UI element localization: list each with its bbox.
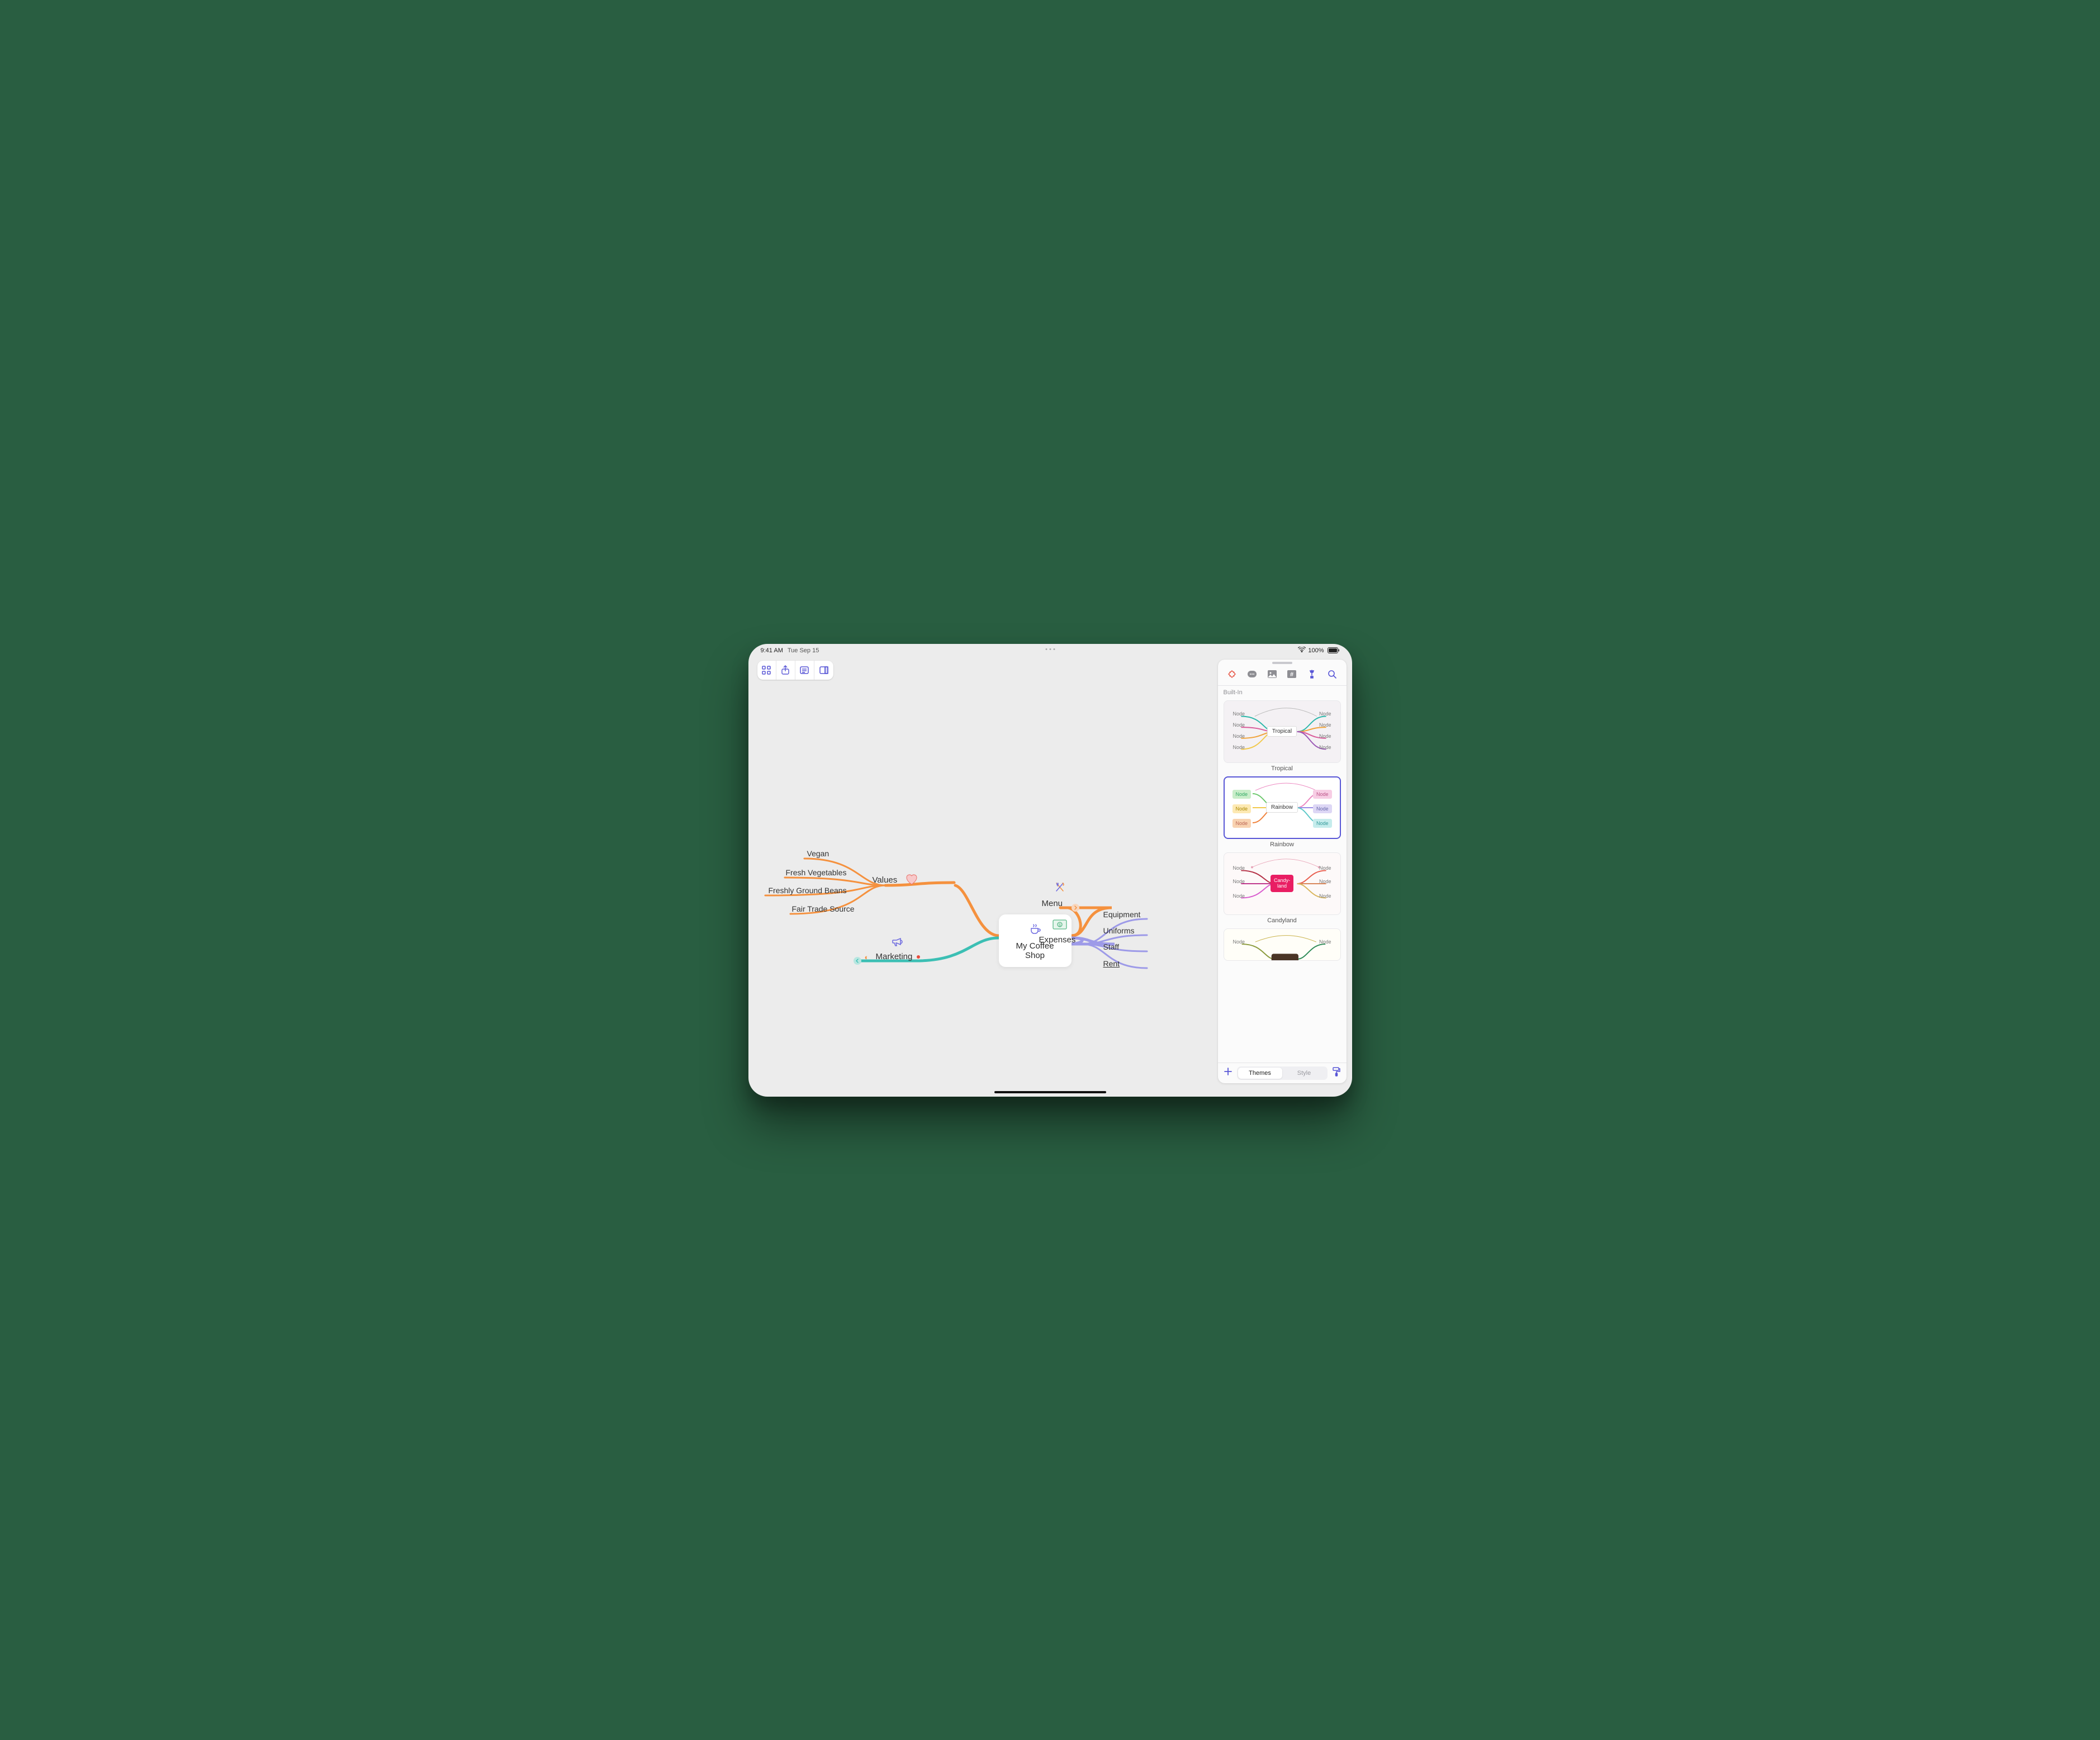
collapse-toggle[interactable] bbox=[1072, 904, 1079, 912]
expenses-child-node[interactable]: Rent bbox=[1103, 959, 1120, 968]
values-child-node[interactable]: Fair Trade Source bbox=[792, 904, 855, 913]
theme-preview-node: Node bbox=[1319, 865, 1331, 871]
menu-node[interactable]: Menu bbox=[1042, 899, 1063, 908]
add-theme-button[interactable] bbox=[1224, 1067, 1232, 1079]
crosshair-tab-button[interactable] bbox=[1225, 667, 1239, 681]
collapse-toggle[interactable] bbox=[854, 957, 861, 965]
theme-preview-center: Candy- land bbox=[1271, 875, 1293, 893]
marketing-note-indicator-icon[interactable] bbox=[917, 955, 920, 959]
status-time: 9:41 AM bbox=[761, 647, 783, 654]
battery-percent: 100% bbox=[1308, 647, 1324, 654]
seg-style[interactable]: Style bbox=[1282, 1068, 1326, 1079]
paint-roller-button[interactable] bbox=[1332, 1066, 1341, 1079]
theme-preview-node: Node bbox=[1232, 804, 1252, 813]
theme-preview-node: Node bbox=[1233, 893, 1245, 899]
status-date: Tue Sep 15 bbox=[788, 647, 819, 654]
svg-text:$: $ bbox=[1059, 923, 1061, 927]
tag-tab-button[interactable]: # bbox=[1285, 667, 1298, 681]
theme-preview-node: Node bbox=[1313, 819, 1332, 828]
theme-preview-node: Node bbox=[1233, 722, 1245, 728]
values-child-node[interactable]: Fresh Vegetables bbox=[786, 868, 847, 877]
theme-title: Candyland bbox=[1224, 917, 1341, 924]
theme-preview-node: Node bbox=[1233, 865, 1245, 871]
sidebar-section-header: Built-In bbox=[1218, 686, 1347, 698]
battery-icon bbox=[1326, 647, 1340, 653]
sidebar-footer: Themes Style bbox=[1218, 1063, 1347, 1083]
theme-preview-node: Node bbox=[1232, 790, 1252, 799]
theme-preview-node: Node bbox=[1233, 733, 1245, 739]
wifi-icon bbox=[1298, 647, 1306, 654]
marketing-status-icon: ◐ bbox=[865, 953, 869, 961]
theme-preview-node: Node bbox=[1233, 711, 1245, 717]
mindmap-canvas[interactable]: My Coffee Shop Values Vegan Fresh Vegeta… bbox=[748, 657, 1218, 1097]
values-child-node[interactable]: Vegan bbox=[807, 849, 829, 858]
theme-card-tropical[interactable]: Tropical Node Node Node Node Node Node N… bbox=[1224, 700, 1341, 763]
theme-preview-node: Node bbox=[1232, 819, 1252, 828]
expenses-node[interactable]: Expenses bbox=[1039, 935, 1076, 945]
theme-title: Tropical bbox=[1224, 765, 1341, 772]
ipad-device-frame: 9:41 AM Tue Sep 15 100% bbox=[748, 644, 1352, 1097]
search-tab-button[interactable] bbox=[1325, 667, 1339, 681]
utensils-icon bbox=[1053, 881, 1068, 898]
theme-preview-center: Rainbow bbox=[1266, 802, 1298, 813]
style-tab-button[interactable] bbox=[1305, 667, 1319, 681]
theme-preview-node: Node bbox=[1319, 879, 1331, 885]
expenses-child-node[interactable]: Staff bbox=[1103, 942, 1120, 951]
svg-text:#: # bbox=[1290, 671, 1293, 678]
sidebar-drag-handle[interactable] bbox=[1272, 662, 1292, 664]
status-bar: 9:41 AM Tue Sep 15 100% bbox=[748, 644, 1352, 657]
theme-preview-node: Node bbox=[1319, 893, 1331, 899]
expenses-child-node[interactable]: Equipment bbox=[1103, 910, 1141, 919]
sidebar-tabs: # bbox=[1218, 665, 1347, 686]
theme-preview-node: Node bbox=[1319, 733, 1331, 739]
theme-preview-node: Node bbox=[1313, 804, 1332, 813]
notes-tab-button[interactable] bbox=[1245, 667, 1259, 681]
theme-card-rainbow[interactable]: Rainbow Node Node Node Node Node Node bbox=[1224, 776, 1341, 839]
image-tab-button[interactable] bbox=[1265, 667, 1279, 681]
theme-list[interactable]: Tropical Node Node Node Node Node Node N… bbox=[1218, 698, 1347, 1063]
money-icon: $ bbox=[1052, 919, 1068, 933]
values-child-node[interactable]: Freshly Ground Beans bbox=[769, 886, 847, 895]
theme-card-candyland[interactable]: Candy- land Node Node Node Node Node Nod… bbox=[1224, 852, 1341, 915]
home-indicator[interactable] bbox=[994, 1091, 1106, 1093]
megaphone-icon bbox=[890, 935, 904, 951]
theme-card-next[interactable]: Node Node bbox=[1224, 928, 1341, 961]
theme-preview-node: Node bbox=[1319, 722, 1331, 728]
theme-preview-node: Node bbox=[1319, 711, 1331, 717]
theme-preview-node: Node bbox=[1319, 745, 1331, 751]
values-node[interactable]: Values bbox=[873, 875, 898, 885]
theme-title: Rainbow bbox=[1224, 841, 1341, 848]
theme-preview-node: Node bbox=[1313, 790, 1332, 799]
theme-preview-node: Node bbox=[1319, 939, 1331, 945]
themes-style-segmented-control[interactable]: Themes Style bbox=[1237, 1066, 1328, 1080]
expenses-child-node[interactable]: Uniforms bbox=[1103, 926, 1135, 935]
theme-preview-node: Node bbox=[1233, 745, 1245, 751]
heart-icon bbox=[905, 873, 918, 888]
inspector-sidebar: # Built-In Tropical Nod bbox=[1218, 660, 1347, 1083]
mindmap-edges bbox=[748, 657, 1218, 1097]
marketing-node[interactable]: Marketing bbox=[876, 952, 913, 961]
multitask-dots-icon[interactable] bbox=[1045, 648, 1055, 650]
theme-preview-node: Node bbox=[1233, 939, 1245, 945]
theme-preview-center: Tropical bbox=[1267, 726, 1297, 737]
seg-themes[interactable]: Themes bbox=[1238, 1068, 1282, 1079]
theme-preview-node: Node bbox=[1233, 879, 1245, 885]
